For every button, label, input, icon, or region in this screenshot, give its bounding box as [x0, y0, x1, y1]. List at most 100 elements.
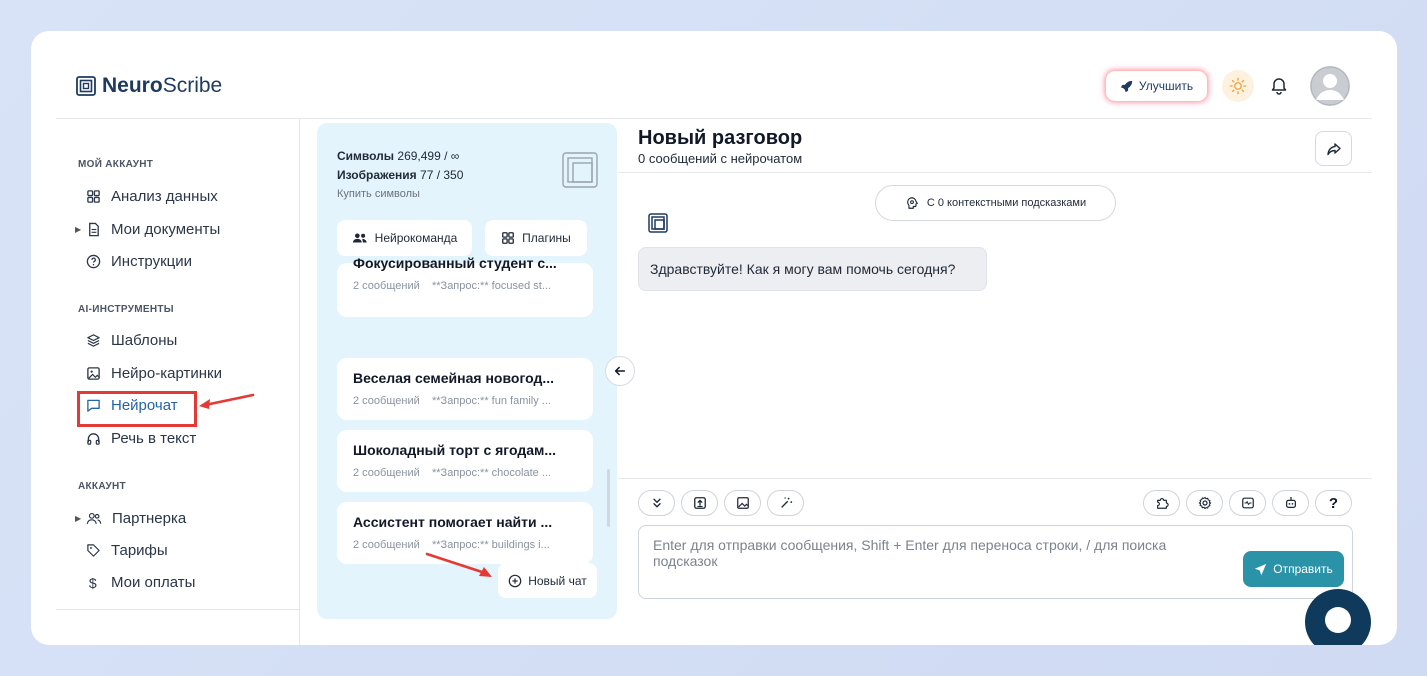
chat-title: Фокусированный студент с...: [353, 255, 557, 271]
brain-icon: [906, 197, 918, 209]
layers-icon: [87, 334, 100, 347]
sidebar-item-templates[interactable]: Шаблоны: [86, 332, 177, 349]
chat-title: Шоколадный торт с ягодам...: [353, 442, 557, 458]
sidebar-bottom-divider: [56, 609, 300, 610]
red-arrow-nav: [199, 393, 255, 409]
plus-circle-icon: [508, 574, 522, 587]
chat-list-item[interactable]: Шоколадный торт с ягодам... 2 сообщений …: [337, 430, 593, 492]
assistant-avatar-icon: [648, 213, 668, 233]
share-icon: [1326, 142, 1341, 155]
plugin-button[interactable]: [1143, 490, 1180, 516]
neuroteam-label: Нейрокоманда: [374, 231, 458, 245]
plugins-label: Плагины: [522, 231, 571, 245]
rocket-icon: [1120, 80, 1133, 92]
sidebar-item-tariffs[interactable]: Тарифы: [86, 542, 168, 559]
grid-icon: [502, 232, 515, 244]
toolbar-divider: [618, 478, 1372, 479]
sidebar-item-label: Шаблоны: [111, 332, 178, 349]
tag-icon: [87, 544, 100, 557]
users-icon: [352, 233, 367, 243]
sidebar-section-my-account: МОЙ АККАУНТ: [78, 159, 154, 170]
sidebar-item-instructions[interactable]: Инструкции: [86, 253, 192, 270]
sun-icon: [1229, 77, 1247, 95]
sidebar-item-label: Партнерка: [112, 510, 187, 527]
message-input-box: Отправить: [638, 525, 1353, 599]
upload-button[interactable]: [681, 490, 718, 516]
brand-name-bold: Neuro: [102, 74, 163, 97]
robot-icon: [1285, 496, 1296, 508]
sidebar-item-label: Речь в текст: [111, 430, 197, 447]
new-chat-button[interactable]: Новый чат: [498, 563, 597, 598]
send-label: Отправить: [1273, 562, 1333, 576]
message-input[interactable]: [653, 537, 1223, 587]
conversation-subtitle: 0 сообщений с нейрочатом: [638, 151, 803, 166]
users-icon: [86, 512, 102, 524]
send-button[interactable]: Отправить: [1243, 551, 1344, 587]
share-button[interactable]: [1315, 131, 1352, 166]
puzzle-icon: [1156, 498, 1169, 509]
chat-list-item[interactable]: Веселая семейная новогод... 2 сообщений …: [337, 358, 593, 420]
user-avatar-icon: [1310, 66, 1350, 106]
image-icon: [87, 367, 100, 380]
images-value: 77 / 350: [420, 168, 464, 182]
usage-stats: Символы 269,499 / ∞ Изображения 77 / 350…: [337, 147, 463, 204]
help-button[interactable]: ?: [1315, 490, 1352, 516]
sidebar-item-label: Мои оплаты: [111, 574, 196, 591]
chat-meta: 2 сообщений **Запрос:** buildings i...: [353, 539, 550, 551]
collapse-panel-button[interactable]: [605, 356, 635, 386]
sidebar-item-speech-to-text[interactable]: Речь в текст: [86, 430, 196, 447]
help-circle-icon: [86, 254, 101, 269]
dollar-icon: $: [89, 575, 97, 590]
theme-toggle-button[interactable]: [1222, 70, 1254, 102]
plugins-button[interactable]: Плагины: [485, 220, 587, 256]
images-label: Изображения: [337, 168, 417, 182]
sidebar-section-account: АККАУНТ: [78, 481, 126, 492]
sidebar-item-partners[interactable]: ▶ Партнерка: [75, 510, 187, 527]
chat-list-item[interactable]: Фокусированный студент с... 2 сообщений …: [337, 255, 593, 317]
chevrons-down-icon: [652, 498, 661, 508]
caret-right-icon: ▶: [75, 514, 82, 523]
avatar[interactable]: [1310, 66, 1350, 106]
logo-icon: [562, 152, 598, 188]
red-arrow-new-chat: [425, 552, 492, 577]
headphones-icon: [87, 433, 100, 445]
sidebar: МОЙ АККАУНТ Анализ данных ▶ Мои документ…: [56, 119, 300, 645]
sidebar-item-label: Тарифы: [111, 542, 168, 559]
logo[interactable]: NeuroScribe: [76, 74, 222, 98]
assistant-message: Здравствуйте! Как я могу вам помочь сего…: [638, 247, 987, 291]
context-hints-label: С 0 контекстными подсказками: [926, 197, 1087, 209]
upgrade-label: Улучшить: [1138, 79, 1194, 93]
neuroteam-button[interactable]: Нейрокоманда: [337, 220, 472, 256]
buy-symbols-link[interactable]: Купить символы: [337, 185, 463, 204]
chat-list-scrollbar[interactable]: [607, 469, 610, 527]
upgrade-button[interactable]: Улучшить: [1106, 71, 1207, 101]
sidebar-item-label: Нейро-картинки: [111, 365, 222, 382]
settings-button[interactable]: [1186, 490, 1223, 516]
sidebar-item-label: Инструкции: [111, 253, 193, 270]
chat-meta: 2 сообщений **Запрос:** chocolate ...: [353, 467, 551, 479]
sidebar-item-my-documents[interactable]: ▶ Мои документы: [75, 221, 221, 238]
bot-button[interactable]: [1272, 490, 1309, 516]
sidebar-item-data-analysis[interactable]: Анализ данных: [86, 188, 218, 205]
image-upload-button[interactable]: [724, 490, 761, 516]
chat-title: Веселая семейная новогод...: [353, 370, 555, 386]
sidebar-section-ai-tools: AI-ИНСТРУМЕНТЫ: [78, 304, 174, 315]
support-chat-button[interactable]: [1305, 589, 1371, 645]
conversation-title: Новый разговор: [638, 127, 803, 149]
main-header-divider: [618, 172, 1372, 173]
magic-wand-button[interactable]: [767, 490, 804, 516]
monitor-button[interactable]: [1229, 490, 1266, 516]
sidebar-item-neuro-images[interactable]: Нейро-картинки: [86, 365, 222, 382]
sidebar-item-my-payments[interactable]: $ Мои оплаты: [86, 574, 196, 591]
symbols-value: 269,499 / ∞: [397, 149, 460, 163]
caret-right-icon: ▶: [75, 225, 82, 234]
logo-icon: [76, 76, 96, 96]
monitor-icon: [1241, 497, 1254, 509]
expand-button[interactable]: [638, 490, 675, 516]
chat-list-panel: Символы 269,499 / ∞ Изображения 77 / 350…: [317, 123, 617, 619]
notifications-button[interactable]: [1269, 75, 1289, 95]
sidebar-item-label: Мои документы: [111, 221, 221, 238]
magic-wand-icon: [780, 497, 792, 508]
bell-icon: [1271, 78, 1287, 95]
context-hints-button[interactable]: С 0 контекстными подсказками: [875, 185, 1116, 221]
